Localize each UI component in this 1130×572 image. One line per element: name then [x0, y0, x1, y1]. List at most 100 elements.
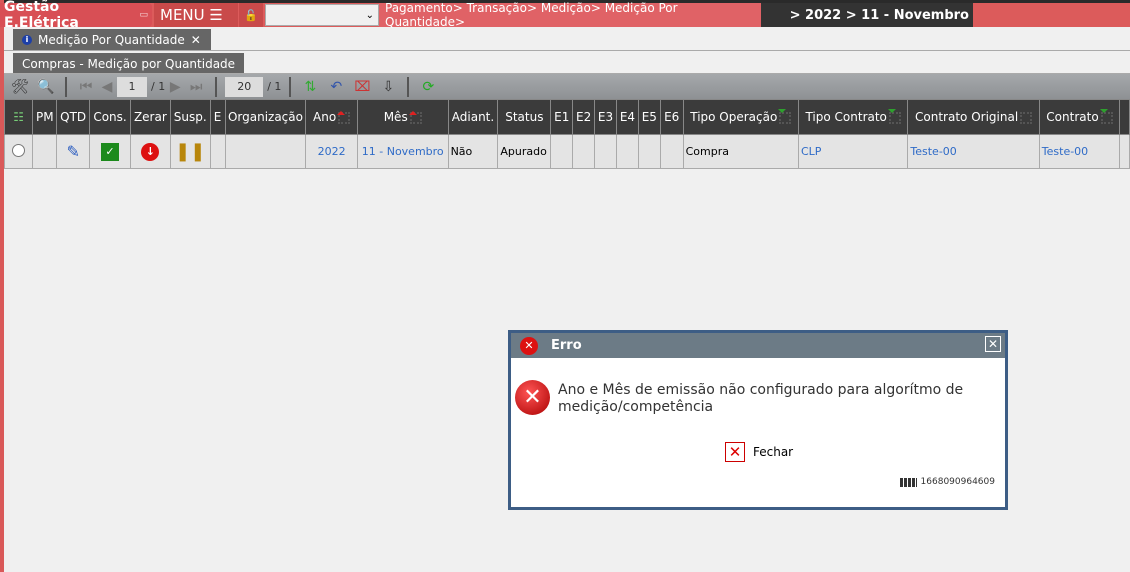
close-x-icon: ✕ — [725, 442, 745, 462]
error-code-text: 1668090964609 — [920, 477, 995, 487]
col-organizacao[interactable]: Organização — [224, 99, 307, 135]
module-select[interactable]: ⌄ — [265, 4, 379, 26]
clear-filter-icon[interactable]: ⌧ — [351, 76, 373, 97]
separator — [289, 76, 292, 97]
filter-icon[interactable] — [1099, 108, 1113, 124]
col-ano-label: Ano — [313, 110, 337, 124]
cell-e — [209, 134, 226, 169]
import-icon[interactable]: ⇅ — [299, 76, 321, 97]
error-icon: ✕ — [520, 336, 538, 355]
close-tab-icon[interactable]: ✕ — [191, 33, 201, 47]
cell-e2 — [572, 134, 596, 169]
toolbar: 🛠 🔍 ⏮ ◀ 1 / 1 ▶ ⏭ 20 / 1 ⇅ ↶ ⌧ ⇩ ⟳ — [4, 74, 1130, 99]
cell-contrato-original[interactable]: Teste-00 — [907, 134, 1040, 169]
col-contrato-original[interactable]: Contrato Original — [907, 99, 1040, 135]
search-icon[interactable] — [1020, 111, 1033, 124]
menu-button[interactable]: MENU ☰ — [154, 3, 238, 27]
col-label: Contrato — [1046, 110, 1099, 124]
cell-tipo-contrato[interactable]: CLP — [797, 134, 909, 169]
info-icon: i — [22, 34, 32, 45]
col-status[interactable]: Status — [497, 99, 552, 135]
first-page-icon[interactable]: ⏮ — [75, 76, 97, 97]
check-icon[interactable]: ✓ — [101, 142, 120, 161]
col-mes-label: Mês — [383, 110, 408, 124]
row-radio[interactable] — [3, 134, 34, 169]
breadcrumb[interactable]: Pagamento> Transação> Medição> Medição P… — [379, 1, 761, 29]
undo-icon[interactable]: ↶ — [325, 76, 347, 97]
subtab-compras[interactable]: Compras - Medição por Quantidade — [13, 53, 244, 74]
separator — [65, 76, 67, 97]
chevron-down-icon: ⌄ — [365, 9, 374, 21]
col-susp[interactable]: Susp. — [169, 99, 211, 135]
sort-asc-icon[interactable] — [408, 110, 422, 124]
search-icon[interactable]: 🔍 — [35, 76, 57, 97]
last-page-icon[interactable]: ⏭ — [185, 76, 207, 97]
col-tipo-contrato[interactable]: Tipo Contrato — [797, 99, 909, 135]
col-e3[interactable]: E3 — [594, 99, 617, 135]
page-input[interactable]: 1 — [117, 76, 147, 97]
col-more — [1119, 99, 1130, 135]
sort-asc-icon[interactable] — [337, 110, 351, 124]
error-dialog: ✕ Erro ✕ ✕ Ano e Mês de emissão não conf… — [508, 330, 1008, 510]
divider — [4, 50, 1130, 51]
close-button[interactable]: ✕ Fechar — [725, 442, 793, 462]
cell-ano[interactable]: 2022 — [305, 134, 358, 169]
page-size-input[interactable]: 20 — [225, 76, 264, 97]
col-adiant[interactable]: Adiant. — [447, 99, 499, 135]
page-total: / 1 — [151, 80, 166, 93]
prev-page-icon[interactable]: ◀ — [101, 76, 113, 97]
col-zerar[interactable]: Zerar — [129, 99, 171, 135]
col-e4[interactable]: E4 — [615, 99, 639, 135]
cell-cons[interactable]: ✓ — [89, 134, 131, 169]
col-contrato[interactable]: Contrato — [1038, 99, 1121, 135]
filter-icon[interactable] — [887, 108, 901, 124]
tab-label: Medição Por Quantidade — [38, 32, 185, 47]
col-e5[interactable]: E5 — [637, 99, 661, 135]
header-row: ☷ PM QTD Cons. Zerar Susp. E Organização… — [3, 99, 1130, 135]
col-label: Contrato Original — [915, 110, 1019, 124]
lock-icon[interactable]: 🔓 — [239, 3, 263, 27]
zero-down-icon[interactable]: ↓ — [141, 142, 160, 161]
select-all-icon[interactable]: ☷ — [3, 99, 34, 135]
radio-button[interactable] — [12, 143, 26, 157]
next-page-icon[interactable]: ▶ — [169, 76, 181, 97]
barcode-icon — [899, 477, 917, 487]
tab-medicao-por-quantidade[interactable]: i Medição Por Quantidade ✕ — [13, 29, 211, 50]
dialog-header: ✕ Erro ✕ — [511, 333, 1005, 358]
dialog-close-button[interactable]: ✕ — [985, 336, 1001, 352]
edit-icon[interactable]: ✎ — [56, 134, 91, 169]
close-label: Fechar — [753, 445, 794, 459]
top-bar: Gestão E.Elétrica ▭ MENU ☰ 🔓 ⌄ Pagamento>… — [0, 0, 1130, 31]
pause-icon[interactable]: ❚❚ — [169, 134, 211, 169]
col-e[interactable]: E — [209, 99, 226, 135]
col-cons[interactable]: Cons. — [89, 99, 131, 135]
col-label: Tipo Operação — [690, 110, 778, 124]
cell-adiant: Não — [447, 134, 499, 169]
col-e2[interactable]: E2 — [572, 99, 596, 135]
cell-mes[interactable]: 11 - Novembro — [356, 134, 449, 169]
error-code: 1668090964609 — [899, 477, 995, 487]
cell-tipo-operacao: Compra — [682, 134, 799, 169]
col-mes[interactable]: Mês — [356, 99, 449, 135]
filter-icon[interactable] — [778, 108, 792, 124]
col-ano[interactable]: Ano — [305, 99, 358, 135]
error-large-icon: ✕ — [515, 380, 550, 415]
col-e1[interactable]: E1 — [550, 99, 574, 135]
menu-label: MENU — [160, 6, 205, 24]
window-icon[interactable]: ▭ — [139, 10, 148, 20]
size-total: / 1 — [267, 80, 282, 93]
export-icon[interactable]: ⇩ — [377, 76, 399, 97]
data-table: ☷ PM QTD Cons. Zerar Susp. E Organização… — [3, 99, 1130, 169]
cell-contrato[interactable]: Teste-00 — [1038, 134, 1121, 169]
tools-icon[interactable]: 🛠 — [9, 76, 31, 97]
col-qtd[interactable]: QTD — [56, 99, 91, 135]
col-e6[interactable]: E6 — [659, 99, 684, 135]
separator — [407, 76, 410, 97]
table-row[interactable]: ✎ ✓ ↓ ❚❚ 2022 11 - Novembro Não Apurado … — [3, 134, 1130, 169]
col-label: Tipo Contrato — [805, 110, 887, 124]
refresh-icon[interactable]: ⟳ — [417, 76, 439, 97]
col-pm[interactable]: PM — [32, 99, 58, 135]
cell-zerar[interactable]: ↓ — [129, 134, 171, 169]
app-title[interactable]: Gestão E.Elétrica ▭ — [0, 0, 152, 31]
col-tipo-operacao[interactable]: Tipo Operação — [682, 99, 799, 135]
